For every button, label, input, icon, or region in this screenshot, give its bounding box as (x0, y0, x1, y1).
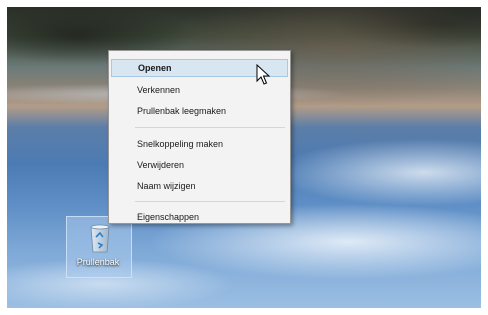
menu-item-verwijderen[interactable]: Verwijderen (111, 156, 288, 174)
menu-item-naam-wijzigen[interactable]: Naam wijzigen (111, 177, 288, 195)
menu-separator (135, 201, 285, 202)
menu-item-snelkoppeling-maken[interactable]: Snelkoppeling maken (111, 135, 288, 153)
recycle-bin-icon (90, 224, 110, 253)
mouse-pointer-icon (256, 64, 270, 85)
recycle-bin-label: Prullenbak (76, 257, 120, 267)
menu-item-eigenschappen[interactable]: Eigenschappen (111, 208, 288, 226)
menu-item-prullenbak-leegmaken[interactable]: Prullenbak leegmaken (111, 102, 288, 120)
menu-separator (135, 127, 285, 128)
